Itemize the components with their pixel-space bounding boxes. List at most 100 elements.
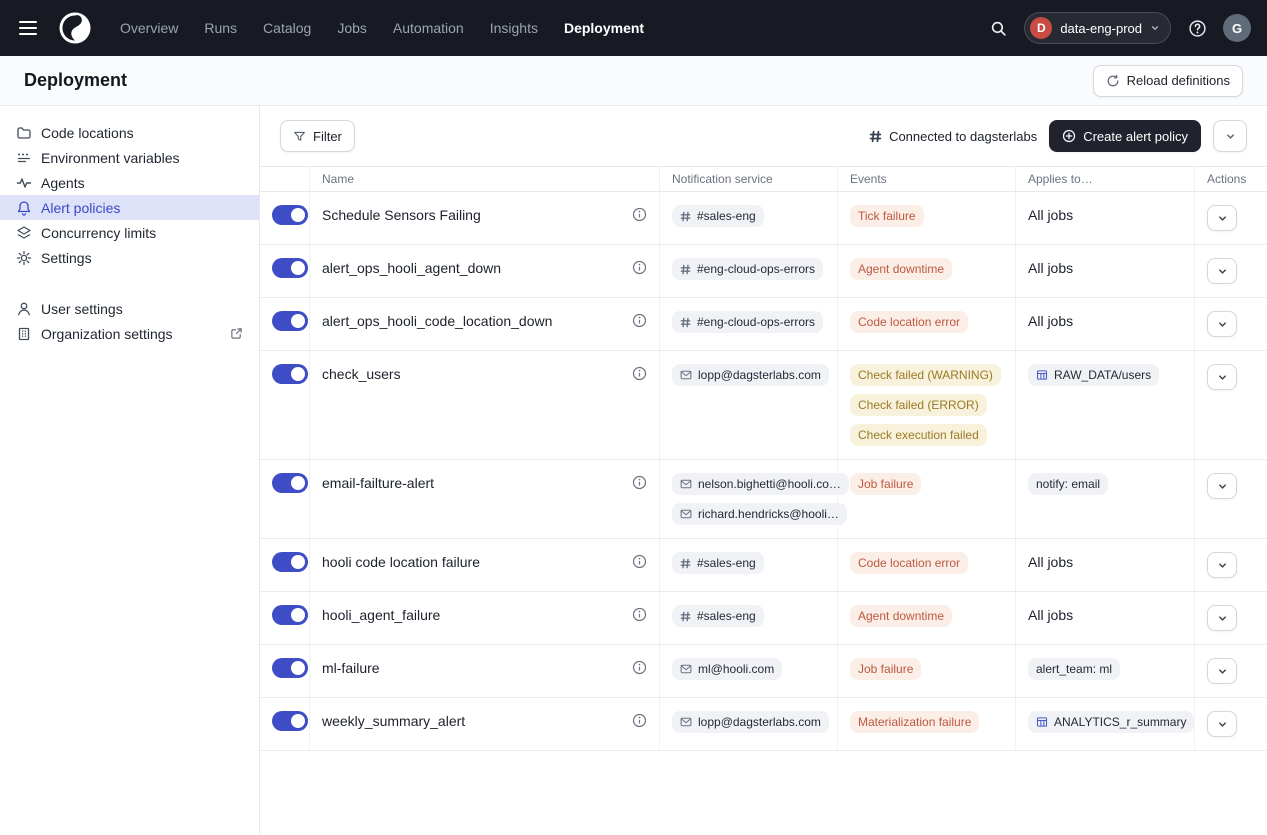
sidebar-item-agents[interactable]: Agents <box>0 170 259 195</box>
info-icon[interactable] <box>632 552 647 569</box>
policy-enabled-toggle[interactable] <box>272 552 308 572</box>
info-icon[interactable] <box>632 605 647 622</box>
page-header: Deployment Reload definitions <box>0 56 1267 106</box>
chevron-down-icon <box>1150 23 1160 33</box>
mail-icon <box>680 663 692 675</box>
policy-enabled-toggle[interactable] <box>272 605 308 625</box>
info-icon[interactable] <box>632 311 647 328</box>
sidebar-item-environment-variables[interactable]: Environment variables <box>0 145 259 170</box>
row-actions-button[interactable] <box>1207 605 1237 631</box>
event-badge: Check failed (ERROR) <box>850 394 987 416</box>
user-avatar[interactable]: G <box>1223 14 1251 42</box>
name-cell: hooli_agent_failure <box>310 592 660 644</box>
table-row: hooli_agent_failure #sales-eng Agent downt… <box>260 592 1267 645</box>
applies-to-value: All jobs <box>1028 311 1073 331</box>
policy-enabled-toggle[interactable] <box>272 311 308 331</box>
applies-to-asset-badge[interactable]: ANALYTICS_r_summary <box>1028 711 1194 733</box>
top-nav: Overview Runs Catalog Jobs Automation In… <box>0 0 1267 56</box>
menu-icon[interactable] <box>16 14 44 42</box>
row-actions-button[interactable] <box>1207 473 1237 499</box>
policy-enabled-toggle[interactable] <box>272 258 308 278</box>
row-actions-button[interactable] <box>1207 658 1237 684</box>
policy-enabled-toggle[interactable] <box>272 473 308 493</box>
create-alert-policy-button[interactable]: Create alert policy <box>1049 120 1201 152</box>
row-actions-button[interactable] <box>1207 711 1237 737</box>
events-cell: Materialization failure <box>838 698 1016 750</box>
sidebar-item-label: Organization settings <box>41 326 173 342</box>
row-actions-button[interactable] <box>1207 311 1237 337</box>
info-icon[interactable] <box>632 658 647 675</box>
event-badge: Check execution failed <box>850 424 987 446</box>
nav-item-insights[interactable]: Insights <box>490 20 538 36</box>
info-icon[interactable] <box>632 711 647 728</box>
policy-enabled-toggle[interactable] <box>272 205 308 225</box>
row-actions-button[interactable] <box>1207 258 1237 284</box>
applies-to-tag-badge[interactable]: notify: email <box>1028 473 1108 495</box>
plus-circle-icon <box>1062 129 1076 143</box>
name-cell: Schedule Sensors Failing <box>310 192 660 244</box>
toggle-cell <box>260 298 310 350</box>
sidebar-item-concurrency-limits[interactable]: Concurrency limits <box>0 220 259 245</box>
nav-item-catalog[interactable]: Catalog <box>263 20 311 36</box>
sidebar-item-user-settings[interactable]: User settings <box>0 296 259 321</box>
search-icon[interactable] <box>984 14 1012 42</box>
notification-badge[interactable]: #eng-cloud-ops-errors <box>672 311 823 333</box>
slack-icon <box>680 211 691 222</box>
table-row: Schedule Sensors Failing#sales-engTick f… <box>260 192 1267 245</box>
row-actions-button[interactable] <box>1207 205 1237 231</box>
applies-to-cell: All jobs <box>1016 298 1195 350</box>
toggle-cell <box>260 698 310 750</box>
deployment-switcher[interactable]: D data-eng-prod <box>1024 12 1171 44</box>
nav-item-automation[interactable]: Automation <box>393 20 464 36</box>
applies-to-asset-badge[interactable]: RAW_DATA/users <box>1028 364 1159 386</box>
help-icon[interactable] <box>1183 14 1211 42</box>
notification-badge[interactable]: #sales-eng <box>672 205 764 227</box>
filter-icon <box>293 130 306 143</box>
notification-badge[interactable]: lopp@dagsterlabs.com <box>672 711 829 733</box>
toggle-cell <box>260 192 310 244</box>
gear-icon <box>16 250 32 266</box>
nav-item-runs[interactable]: Runs <box>204 20 237 36</box>
policy-enabled-toggle[interactable] <box>272 711 308 731</box>
info-icon[interactable] <box>632 473 647 490</box>
reload-definitions-button[interactable]: Reload definitions <box>1093 65 1243 97</box>
sidebar-item-alert-policies[interactable]: Alert policies <box>0 195 259 220</box>
notification-badge[interactable]: #sales-eng <box>672 552 764 574</box>
applies-to-cell: alert_team: ml <box>1016 645 1195 697</box>
notification-badge[interactable]: lopp@dagsterlabs.com <box>672 364 829 386</box>
policy-name: alert_ops_hooli_agent_down <box>322 258 501 278</box>
table-row: weekly_summary_alertlopp@dagsterlabs.com… <box>260 698 1267 751</box>
nav-item-overview[interactable]: Overview <box>120 20 178 36</box>
dagster-logo-icon[interactable] <box>58 11 92 45</box>
row-actions-button[interactable] <box>1207 552 1237 578</box>
applies-to-tag-badge[interactable]: alert_team: ml <box>1028 658 1120 680</box>
policy-enabled-toggle[interactable] <box>272 658 308 678</box>
row-actions-button[interactable] <box>1207 364 1237 390</box>
sidebar-item-organization-settings[interactable]: Organization settings <box>0 321 259 346</box>
notification-badge[interactable]: ml@hooli.com <box>672 658 782 680</box>
header-toggle <box>260 167 310 191</box>
deployment-name: data-eng-prod <box>1060 21 1142 36</box>
notification-cell: #sales-eng <box>660 539 838 591</box>
policy-enabled-toggle[interactable] <box>272 364 308 384</box>
topnav-right-cluster: D data-eng-prod G <box>984 12 1251 44</box>
events-cell: Agent downtime <box>838 592 1016 644</box>
notification-label: nelson.bighetti@hooli.co… <box>698 476 841 492</box>
nav-item-deployment[interactable]: Deployment <box>564 20 644 36</box>
mail-icon <box>680 478 692 490</box>
sidebar-item-settings[interactable]: Settings <box>0 245 259 270</box>
notification-badge[interactable]: #eng-cloud-ops-errors <box>672 258 823 280</box>
notification-badge[interactable]: nelson.bighetti@hooli.co… <box>672 473 849 495</box>
mail-icon <box>680 716 692 728</box>
nav-item-jobs[interactable]: Jobs <box>337 20 367 36</box>
filter-button[interactable]: Filter <box>280 120 355 152</box>
notification-badge[interactable]: #sales-eng <box>672 605 764 627</box>
name-cell: email-failture-alert <box>310 460 660 538</box>
info-icon[interactable] <box>632 258 647 275</box>
info-icon[interactable] <box>632 205 647 222</box>
info-icon[interactable] <box>632 364 647 381</box>
sidebar-item-code-locations[interactable]: Code locations <box>0 120 259 145</box>
notification-badge[interactable]: richard.hendricks@hooli… <box>672 503 847 525</box>
folder-icon <box>16 125 32 141</box>
more-options-button[interactable] <box>1213 120 1247 152</box>
